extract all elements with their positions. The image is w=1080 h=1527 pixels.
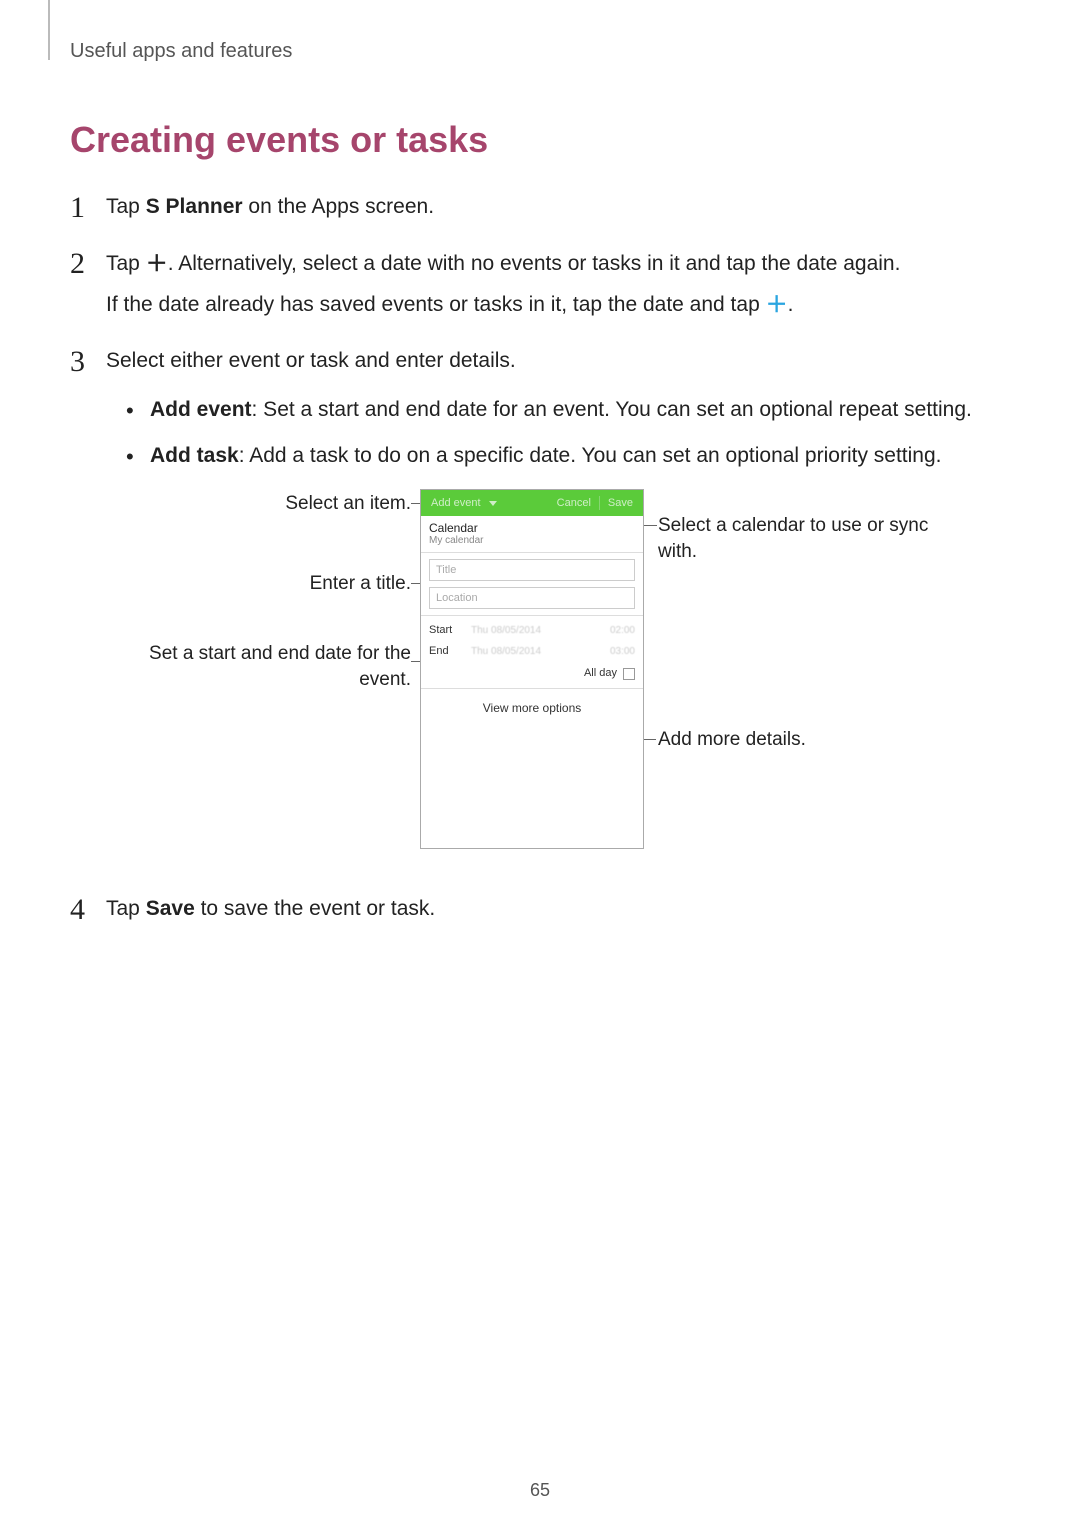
- cancel-button[interactable]: Cancel: [553, 495, 595, 512]
- allday-label: All day: [584, 665, 617, 682]
- step-text: Tap: [106, 252, 146, 275]
- step-text: If the date already has saved events or …: [106, 293, 766, 316]
- step-text: on the Apps screen.: [243, 195, 434, 218]
- bullet-text: : Set a start and end date for an event.…: [252, 398, 972, 421]
- step-number: 3: [70, 339, 85, 384]
- end-date-row[interactable]: End Thu 08/05/2014 03:00: [421, 641, 643, 662]
- end-label: End: [429, 643, 471, 660]
- step-text: Tap: [106, 897, 146, 920]
- phone-mockup: Add event Cancel Save Calendar My calend…: [420, 489, 644, 849]
- date-section: Start Thu 08/05/2014 02:00 End Thu 08/05…: [421, 615, 643, 689]
- page-number: 65: [0, 1480, 1080, 1501]
- step-1: 1 Tap S Planner on the Apps screen.: [70, 191, 1010, 223]
- bullet-list: Add event: Set a start and end date for …: [126, 394, 1010, 471]
- page-content: Useful apps and features Creating events…: [0, 0, 1080, 925]
- plus-icon: ＋: [146, 247, 168, 280]
- bullet-add-event: Add event: Set a start and end date for …: [126, 394, 1010, 426]
- bullet-add-task: Add task: Add a task to do on a specific…: [126, 440, 1010, 472]
- start-date-row[interactable]: Start Thu 08/05/2014 02:00: [421, 620, 643, 641]
- calendar-value: My calendar: [429, 535, 635, 547]
- save-button[interactable]: Save: [604, 495, 637, 512]
- allday-checkbox[interactable]: [623, 668, 635, 680]
- bullet-label: Add task: [150, 444, 239, 467]
- phone-header: Add event Cancel Save: [421, 490, 643, 516]
- start-label: Start: [429, 622, 471, 639]
- callout-set-dates: Set a start and end date for the event.: [136, 641, 411, 692]
- allday-row[interactable]: All day: [421, 661, 643, 689]
- step-text: to save the event or task.: [195, 897, 435, 920]
- save-label: Save: [146, 897, 195, 920]
- location-input[interactable]: Location: [429, 587, 635, 609]
- section-title: Creating events or tasks: [70, 119, 1010, 161]
- step-text: Tap: [106, 195, 146, 218]
- page-edge-mark: [48, 0, 50, 60]
- step-2: 2 Tap ＋. Alternatively, select a date wi…: [70, 247, 1010, 321]
- plus-icon: ＋: [766, 288, 788, 321]
- divider: [599, 496, 600, 510]
- end-time: 03:00: [610, 644, 635, 659]
- step-4: 4 Tap Save to save the event or task.: [70, 893, 1010, 925]
- breadcrumb: Useful apps and features: [70, 40, 1010, 63]
- end-date: Thu 08/05/2014: [471, 644, 610, 659]
- calendar-label: Calendar: [429, 521, 635, 535]
- app-name: S Planner: [146, 195, 243, 218]
- callout-add-more: Add more details.: [658, 727, 938, 753]
- annotated-screenshot: Select an item. Enter a title. Set a sta…: [136, 489, 966, 869]
- step-3: 3 Select either event or task and enter …: [70, 345, 1010, 870]
- start-time: 02:00: [610, 623, 635, 638]
- step-number: 2: [70, 241, 85, 286]
- steps-list: 1 Tap S Planner on the Apps screen. 2 Ta…: [70, 191, 1010, 925]
- step-subtext: If the date already has saved events or …: [106, 288, 1010, 321]
- dropdown-icon[interactable]: [489, 501, 497, 506]
- step-text: Select either event or task and enter de…: [106, 349, 516, 372]
- bullet-label: Add event: [150, 398, 252, 421]
- callout-enter-title: Enter a title.: [136, 571, 411, 597]
- callout-line: [643, 525, 657, 526]
- add-event-tab[interactable]: Add event: [427, 495, 485, 512]
- step-number: 1: [70, 185, 85, 230]
- callout-select-item: Select an item.: [136, 491, 411, 517]
- step-number: 4: [70, 887, 85, 932]
- start-date: Thu 08/05/2014: [471, 623, 610, 638]
- step-text: . Alternatively, select a date with no e…: [168, 252, 901, 275]
- bullet-text: : Add a task to do on a specific date. Y…: [239, 444, 942, 467]
- callout-select-calendar: Select a calendar to use or sync with.: [658, 513, 958, 564]
- calendar-selector[interactable]: Calendar My calendar: [421, 516, 643, 553]
- title-input[interactable]: Title: [429, 559, 635, 581]
- view-more-options[interactable]: View more options: [421, 689, 643, 727]
- step-text: .: [788, 293, 794, 316]
